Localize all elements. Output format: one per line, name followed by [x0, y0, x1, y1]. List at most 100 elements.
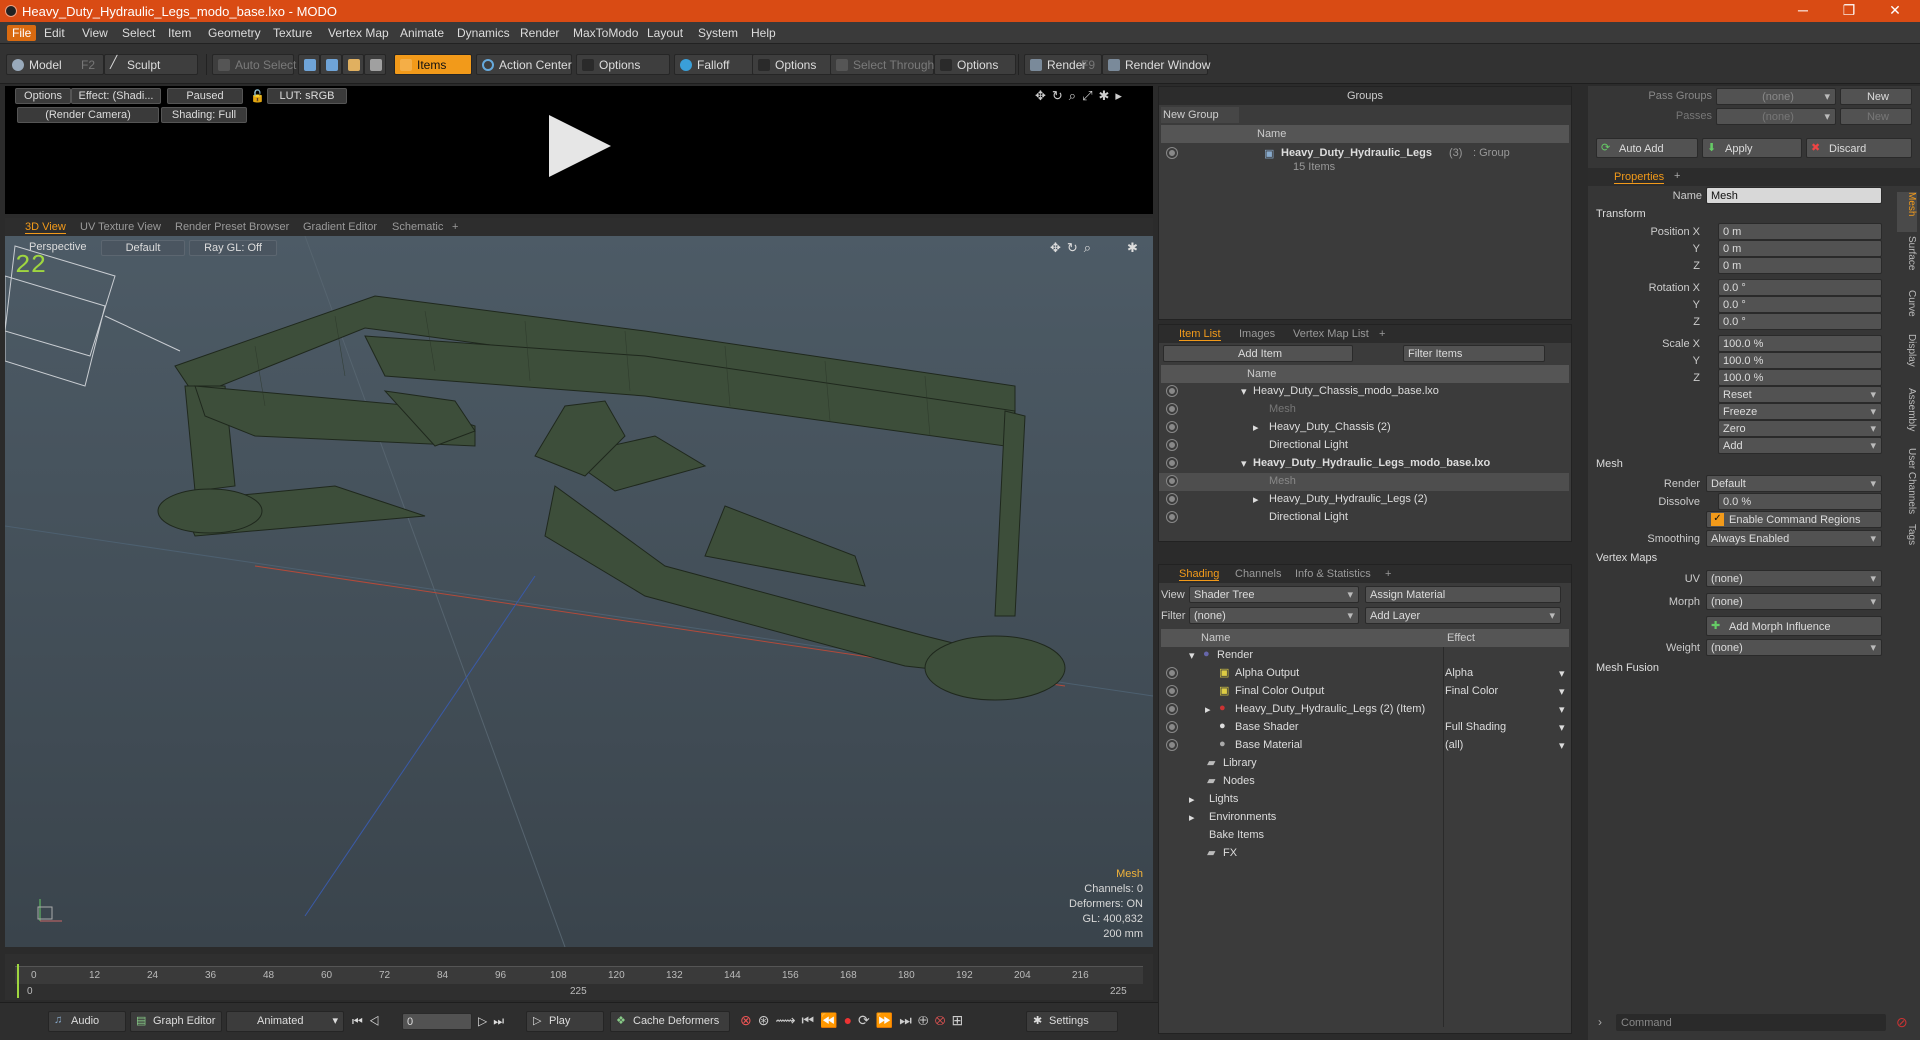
- play-icon[interactable]: [545, 111, 615, 181]
- side-tab-assembly[interactable]: Assembly: [1897, 388, 1917, 444]
- expand-arrow-icon[interactable]: ▸: [1253, 493, 1259, 506]
- side-tab-mesh[interactable]: Mesh: [1897, 192, 1917, 232]
- raygl-dropdown[interactable]: Ray GL: Off: [189, 240, 277, 256]
- menu-view[interactable]: View: [82, 26, 108, 40]
- chevron-down-icon[interactable]: ▾: [1559, 667, 1565, 680]
- cache-deformers-button[interactable]: ❖ Cache Deformers: [610, 1011, 730, 1032]
- morph-dropdown[interactable]: (none): [1706, 593, 1882, 610]
- maximize-icon[interactable]: ❐: [1834, 2, 1864, 19]
- chevron-down-icon[interactable]: ▾: [1559, 721, 1565, 734]
- tab-render-preset-browser[interactable]: Render Preset Browser: [175, 221, 289, 233]
- model-button[interactable]: Model F2: [6, 54, 104, 75]
- shader-effect[interactable]: (all): [1445, 739, 1463, 751]
- tab-schematic[interactable]: Schematic: [392, 221, 443, 233]
- scale-y-input[interactable]: 100.0 %: [1718, 352, 1882, 369]
- add-tab-icon[interactable]: +: [1674, 170, 1680, 182]
- menu-item[interactable]: Item: [168, 26, 191, 40]
- minimize-icon[interactable]: ─: [1788, 2, 1818, 18]
- camera-dropdown[interactable]: (Render Camera): [17, 107, 159, 123]
- tab-item-list[interactable]: Item List: [1179, 328, 1221, 341]
- tab-gradient-editor[interactable]: Gradient Editor: [303, 221, 377, 233]
- chevron-down-icon[interactable]: ▾: [1559, 685, 1565, 698]
- viewport-settings-gear-icon[interactable]: ✱: [1127, 240, 1138, 256]
- shader-row[interactable]: ▣ Alpha Output Alpha ▾: [1159, 665, 1569, 683]
- skip-forward-icons[interactable]: ▷⏭: [478, 1014, 510, 1029]
- menu-layout[interactable]: Layout: [647, 26, 683, 40]
- select-options-button[interactable]: Options: [934, 54, 1016, 75]
- mesh-section[interactable]: Mesh: [1596, 458, 1623, 470]
- viewport-nav-icon[interactable]: ✥↻⌕: [1050, 240, 1097, 256]
- menu-select[interactable]: Select: [122, 26, 155, 40]
- vertex-maps-section[interactable]: Vertex Maps: [1596, 552, 1657, 564]
- uv-dropdown[interactable]: (none): [1706, 570, 1882, 587]
- sculpt-button[interactable]: ╱ Sculpt: [104, 54, 198, 75]
- list-item[interactable]: ▾ Heavy_Duty_Hydraulic_Legs_modo_base.lxo: [1159, 455, 1569, 473]
- menu-texture[interactable]: Texture: [273, 26, 312, 40]
- scale-x-input[interactable]: 100.0 %: [1718, 335, 1882, 352]
- discard-button[interactable]: ✖ Discard: [1806, 138, 1912, 158]
- visibility-eye-icon[interactable]: [1167, 668, 1177, 678]
- shader-row[interactable]: ▰ Library: [1159, 755, 1569, 773]
- expand-arrow-icon[interactable]: ▾: [1189, 649, 1195, 662]
- expand-arrow-icon[interactable]: ▸: [1253, 421, 1259, 434]
- pass-groups-dropdown[interactable]: (none): [1716, 88, 1836, 105]
- add-layer-dropdown[interactable]: Add Layer: [1365, 607, 1561, 624]
- tab-add[interactable]: +: [1385, 568, 1391, 580]
- shader-effect[interactable]: Alpha: [1445, 667, 1473, 679]
- list-item[interactable]: ▾ Heavy_Duty_Chassis_modo_base.lxo: [1159, 383, 1569, 401]
- render-dropdown[interactable]: Default: [1706, 475, 1882, 492]
- shading-style-dropdown[interactable]: Default: [101, 240, 185, 256]
- polygons-mode-button[interactable]: [342, 54, 364, 75]
- tab-properties[interactable]: Properties: [1614, 171, 1665, 184]
- auto-add-button[interactable]: ⟳ Auto Add: [1596, 138, 1698, 158]
- add-item-dropdown[interactable]: Add Item: [1163, 345, 1353, 362]
- shader-row[interactable]: ● Base Shader Full Shading ▾: [1159, 719, 1569, 737]
- shader-row[interactable]: ▰ FX: [1159, 845, 1569, 863]
- tab-add[interactable]: +: [1379, 328, 1385, 340]
- position-y-input[interactable]: 0 m: [1718, 240, 1882, 257]
- timeline-playhead[interactable]: [17, 964, 19, 998]
- list-item[interactable]: Mesh: [1159, 473, 1569, 491]
- frame-input[interactable]: 0: [402, 1013, 472, 1030]
- list-item[interactable]: Directional Light: [1159, 509, 1569, 527]
- preview-controls-icon[interactable]: ✥↻⌕⤢✱▸: [1035, 88, 1128, 104]
- stop-icon[interactable]: ⊘: [1896, 1014, 1908, 1031]
- menu-vertex-map[interactable]: Vertex Map: [328, 26, 389, 40]
- expand-arrow-icon[interactable]: ▾: [1241, 457, 1247, 470]
- action-center-options-button[interactable]: Options: [576, 54, 670, 75]
- new-pass-button[interactable]: New: [1840, 108, 1912, 125]
- visibility-eye-icon[interactable]: [1167, 458, 1177, 468]
- enable-command-regions-checkbox[interactable]: ✓ Enable Command Regions: [1706, 511, 1882, 528]
- scene-render[interactable]: 22: [5, 236, 1153, 947]
- assign-material-button[interactable]: Assign Material: [1365, 586, 1561, 603]
- lock-icon[interactable]: 🔓: [250, 89, 265, 103]
- name-input[interactable]: Mesh: [1706, 187, 1882, 204]
- action-center-button[interactable]: Action Center: [476, 54, 572, 75]
- visibility-eye-icon[interactable]: [1167, 386, 1177, 396]
- transform-section[interactable]: Transform: [1596, 208, 1646, 220]
- new-pass-group-button[interactable]: New: [1840, 88, 1912, 105]
- items-mode-button[interactable]: Items: [394, 54, 472, 75]
- side-tab-tags[interactable]: Tags: [1897, 524, 1917, 560]
- visibility-eye-icon[interactable]: [1167, 740, 1177, 750]
- key-controls-icons[interactable]: ⊗⊛⟿⏮⏪●⟳⏩⏭⊕⊗⊞: [740, 1012, 969, 1029]
- expand-arrow-icon[interactable]: ▸: [1189, 811, 1195, 824]
- menu-help[interactable]: Help: [751, 26, 776, 40]
- weight-dropdown[interactable]: (none): [1706, 639, 1882, 656]
- rotation-y-input[interactable]: 0.0 °: [1718, 296, 1882, 313]
- tab-uv-texture-view[interactable]: UV Texture View: [80, 221, 161, 233]
- visibility-eye-icon[interactable]: [1167, 422, 1177, 432]
- tab-info-statistics[interactable]: Info & Statistics: [1295, 568, 1371, 580]
- dissolve-input[interactable]: 0.0 %: [1718, 493, 1882, 510]
- shader-effect[interactable]: Final Color: [1445, 685, 1498, 697]
- shader-effect[interactable]: Full Shading: [1445, 721, 1506, 733]
- list-item[interactable]: Mesh: [1159, 401, 1569, 419]
- scale-z-input[interactable]: 100.0 %: [1718, 369, 1882, 386]
- tab-images[interactable]: Images: [1239, 328, 1275, 340]
- shader-row[interactable]: ▣ Final Color Output Final Color ▾: [1159, 683, 1569, 701]
- visibility-eye-icon[interactable]: [1167, 148, 1177, 158]
- menu-edit[interactable]: Edit: [44, 26, 65, 40]
- position-z-input[interactable]: 0 m: [1718, 257, 1882, 274]
- expand-arrow-icon[interactable]: ▸: [1205, 703, 1211, 716]
- chevron-down-icon[interactable]: ▾: [1559, 703, 1565, 716]
